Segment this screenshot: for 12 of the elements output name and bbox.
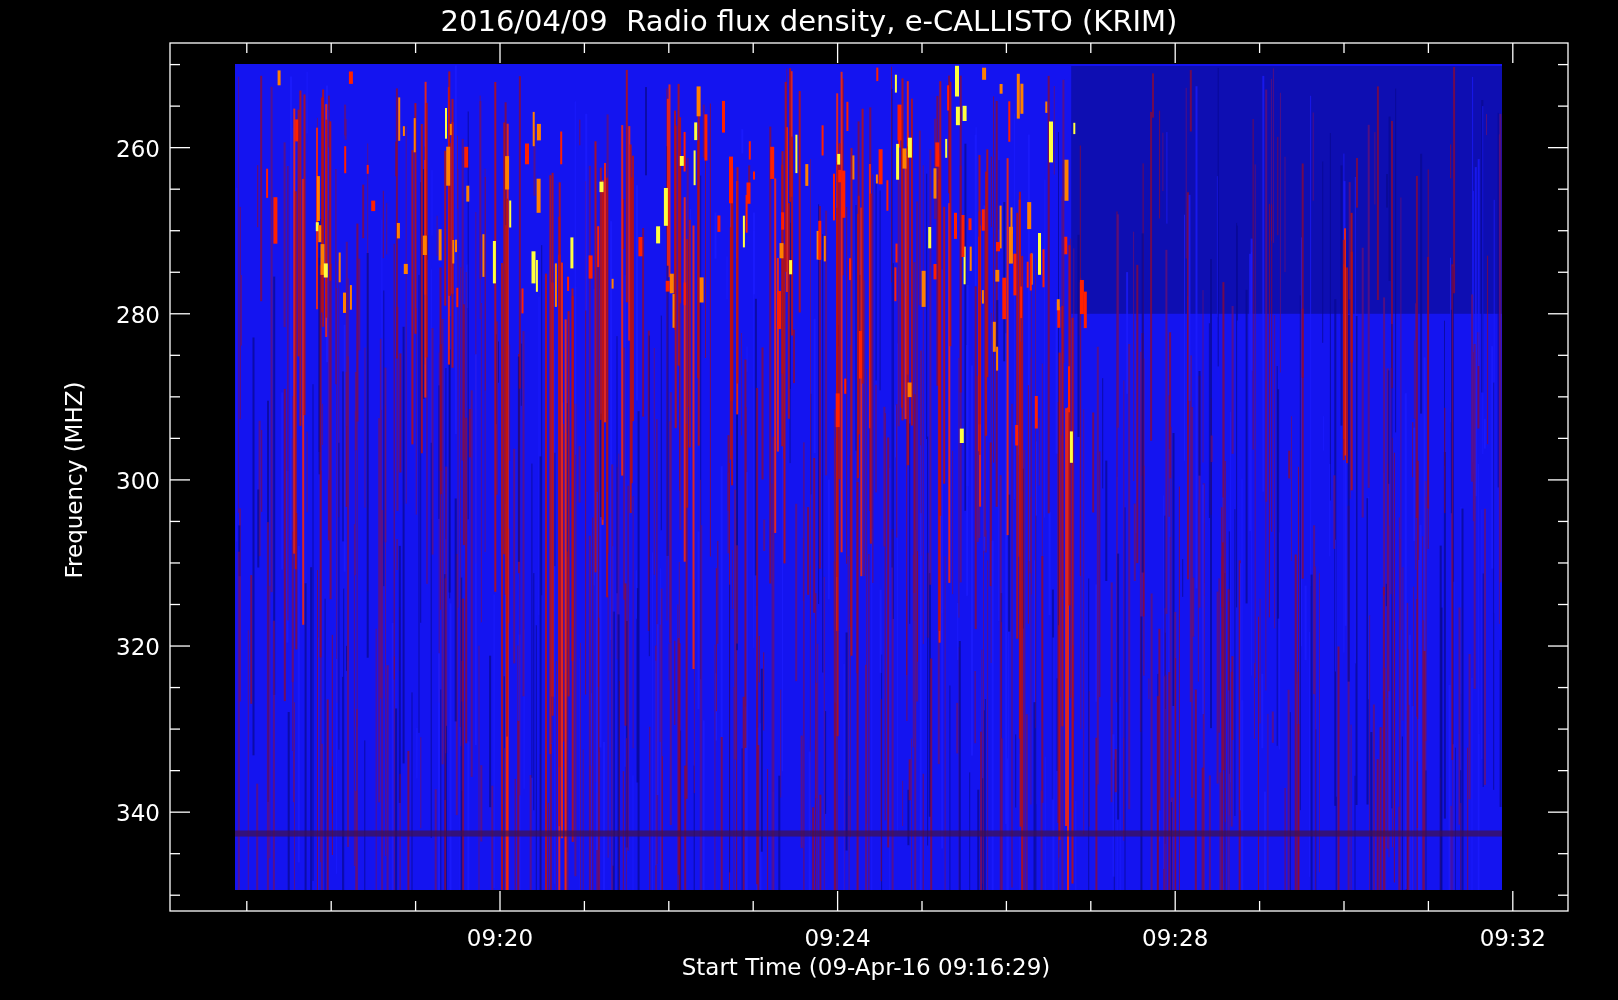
x-tick-label: 09:28 bbox=[1142, 925, 1209, 951]
chart-title: 2016/04/09 Radio flux density, e-CALLISTO (KRIM) bbox=[440, 4, 1178, 38]
y-tick-label: 340 bbox=[116, 800, 160, 827]
y-axis-label: Frequency (MHZ) bbox=[61, 381, 87, 579]
y-tick-label: 300 bbox=[116, 467, 160, 494]
x-axis-label: Start Time (09-Apr-16 09:16:29) bbox=[681, 954, 1051, 980]
y-tick-label: 320 bbox=[116, 634, 160, 661]
x-tick-label: 09:24 bbox=[804, 925, 871, 951]
y-tick-label: 260 bbox=[116, 135, 160, 162]
y-tick-label: 280 bbox=[116, 301, 160, 328]
x-tick-label: 09:32 bbox=[1479, 925, 1546, 951]
x-tick-label: 09:20 bbox=[466, 925, 534, 951]
